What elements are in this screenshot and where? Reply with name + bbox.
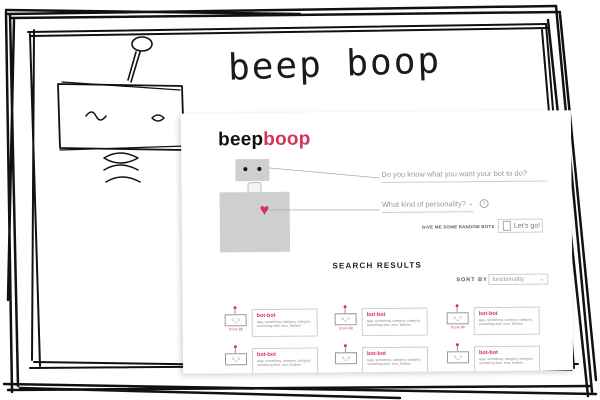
result-card[interactable]: bot-bot tags, something, category, categ…: [361, 346, 429, 374]
result-name: bot-bot: [256, 351, 276, 359]
result-name: bot-bot: [256, 312, 276, 320]
bot-face: ○_○: [224, 353, 248, 366]
result-score: Score 88: [228, 327, 243, 332]
sketch-title: beep boop: [227, 40, 442, 89]
bot-purpose-input[interactable]: Do you know what you want your bot to do…: [381, 168, 548, 183]
result-score: Score 88: [450, 325, 465, 330]
bot-face: ○_○: [334, 352, 358, 365]
bot-face: ○_○: [446, 351, 470, 364]
result-tags: tags, something, category, category, som…: [366, 318, 421, 328]
sort-select-value: functionality: [492, 276, 525, 283]
bot-face: ○_○: [334, 313, 357, 326]
result-name: bot-bot: [366, 311, 386, 319]
result-name: bot-bot: [366, 350, 386, 358]
chevron-down-icon: ⌄: [539, 276, 545, 283]
lets-go-label: Let's go!: [513, 222, 541, 230]
dice-icon: [502, 220, 511, 232]
sort-by-label: SORT BY: [456, 277, 488, 284]
result-tags: tags, something, category, category, som…: [367, 357, 422, 367]
result-name: bot-bot: [478, 310, 498, 318]
result-tags: tags, something, category, category, som…: [257, 358, 312, 368]
chevron-down-icon: ⌄: [467, 200, 474, 208]
result-score: Score 88: [338, 326, 353, 331]
result-tags: tags, something, category, category, som…: [256, 319, 311, 329]
result-card[interactable]: bot-bot tags, something, category, categ…: [473, 345, 541, 374]
wireframe-page: beepboop ♥ Do you know what you want you…: [180, 110, 574, 374]
result-card[interactable]: bot-bot tags, something, category, categ…: [361, 307, 428, 337]
personality-select[interactable]: What kind of personality? ⌄: [381, 199, 474, 213]
result-name: bot-bot: [478, 349, 498, 357]
sort-select[interactable]: functionality ⌄: [488, 273, 549, 286]
result-tags: tags, something, category, category, som…: [479, 356, 534, 366]
random-bots-link[interactable]: GIVE ME SOME RANDOM BOTS: [422, 224, 495, 230]
result-card[interactable]: bot-bot tags, something, category, categ…: [473, 306, 540, 336]
result-tags: tags, something, category, category, som…: [478, 317, 533, 327]
result-card[interactable]: bot-bot tags, something, category, categ…: [251, 308, 318, 338]
bot-face: ○_○: [446, 312, 469, 325]
lets-go-button[interactable]: Let's go!: [497, 218, 543, 233]
info-icon[interactable]: i: [479, 199, 489, 209]
result-card[interactable]: bot-bot tags, something, category, categ…: [251, 347, 319, 374]
personality-select-label: What kind of personality?: [381, 199, 466, 209]
bot-face: ○_○: [224, 314, 247, 327]
